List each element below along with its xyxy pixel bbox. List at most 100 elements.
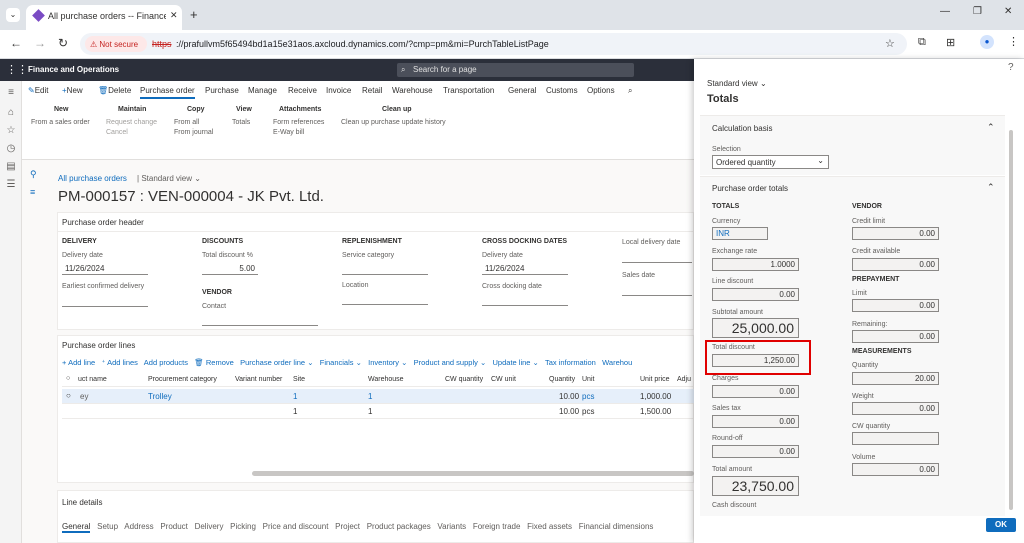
- col-cw-unit[interactable]: CW unit: [491, 376, 516, 383]
- tab-invoice[interactable]: Invoice: [326, 86, 351, 95]
- workspaces-icon[interactable]: ▤: [5, 161, 17, 173]
- remaining-field[interactable]: 0.00: [852, 330, 939, 343]
- service-category-field[interactable]: [342, 262, 428, 275]
- panel-scrollbar[interactable]: [1009, 130, 1013, 510]
- po-lines-title[interactable]: Purchase order lines: [62, 341, 135, 350]
- cell-warehouse[interactable]: 1: [368, 392, 372, 401]
- col-quantity[interactable]: Quantity: [549, 376, 575, 383]
- view-selector[interactable]: | Standard view ⌄: [137, 174, 201, 183]
- cell-quantity[interactable]: 10.00: [559, 392, 579, 401]
- new-tab-button[interactable]: +: [190, 7, 198, 22]
- detail-tab-project[interactable]: Project: [335, 522, 360, 531]
- remove-button[interactable]: 🗑 Remove: [194, 358, 234, 367]
- close-tab-icon[interactable]: ✕: [170, 10, 178, 21]
- delete-button[interactable]: 🗑Delete: [98, 86, 131, 95]
- col-unit-price[interactable]: Unit price: [640, 376, 670, 383]
- not-secure-badge[interactable]: ⚠ Not secure: [85, 36, 147, 52]
- home-icon[interactable]: ⌂: [5, 107, 17, 119]
- tax-information-button[interactable]: Tax information: [545, 358, 596, 367]
- recent-icon[interactable]: ◷: [5, 143, 17, 155]
- credit-available-field[interactable]: 0.00: [852, 258, 939, 271]
- tab-general[interactable]: General: [508, 86, 536, 95]
- warehouse-menu[interactable]: Warehou: [602, 358, 632, 367]
- col-product-name[interactable]: uct name: [78, 376, 107, 383]
- tab-warehouse[interactable]: Warehouse: [392, 86, 433, 95]
- eway-bill-button[interactable]: E-Way bill: [273, 129, 304, 136]
- bookmark-star-icon[interactable]: ☆: [885, 37, 895, 50]
- line-discount-field[interactable]: 0.00: [712, 288, 799, 301]
- sales-date-field[interactable]: [622, 283, 692, 296]
- earliest-delivery-field[interactable]: [62, 294, 148, 307]
- cell-category[interactable]: Trolley: [148, 392, 172, 401]
- total-discount-field[interactable]: 1,250.00: [712, 354, 799, 367]
- detail-tab-general[interactable]: General: [62, 522, 91, 533]
- close-window-icon[interactable]: ✕: [1004, 6, 1012, 17]
- total-amount-field[interactable]: 23,750.00: [712, 476, 799, 496]
- cell-product-name[interactable]: ey: [80, 392, 88, 401]
- detail-tab-variants[interactable]: Variants: [437, 522, 466, 531]
- detail-tab-address[interactable]: Address: [124, 522, 153, 531]
- location-field[interactable]: [342, 292, 428, 305]
- totals-button[interactable]: Totals: [232, 119, 250, 126]
- round-off-field[interactable]: 0.00: [712, 445, 799, 458]
- add-line-button[interactable]: + Add line: [62, 358, 95, 367]
- cross-docking-date-field[interactable]: [482, 293, 568, 306]
- cancel-button[interactable]: Cancel: [106, 129, 128, 136]
- cell-unit[interactable]: pcs: [582, 407, 594, 416]
- detail-tab-foreign-trade[interactable]: Foreign trade: [473, 522, 521, 531]
- favorites-icon[interactable]: ☆: [5, 125, 17, 137]
- total-discount-pct-field[interactable]: 5.00: [202, 262, 258, 275]
- ok-button[interactable]: OK: [986, 518, 1016, 532]
- help-icon[interactable]: ?: [1008, 62, 1014, 73]
- breadcrumb-link[interactable]: All purchase orders: [58, 174, 127, 183]
- modules-icon[interactable]: ☰: [5, 179, 17, 191]
- cleanup-history-button[interactable]: Clean up purchase update history: [341, 119, 446, 126]
- selection-dropdown[interactable]: Ordered quantity ⌄: [712, 155, 829, 169]
- calc-basis-title[interactable]: Calculation basis: [712, 124, 772, 133]
- list-icon[interactable]: ≡: [30, 187, 35, 197]
- tab-options[interactable]: Options: [587, 86, 615, 95]
- table-row[interactable]: 1 1 10.00 pcs 1,500.00: [62, 404, 694, 419]
- request-change-button[interactable]: Request change: [106, 119, 157, 126]
- contact-field[interactable]: [202, 313, 318, 326]
- detail-tab-setup[interactable]: Setup: [97, 522, 118, 531]
- profile-avatar[interactable]: ●: [980, 35, 994, 49]
- cell-site[interactable]: 1: [293, 407, 297, 416]
- totals-view-selector[interactable]: Standard view ⌄: [707, 79, 767, 88]
- ribbon-search-icon[interactable]: ⌕: [628, 86, 632, 96]
- global-search-input[interactable]: ⌕ Search for a page: [397, 63, 634, 77]
- tab-purchase-order[interactable]: Purchase order: [140, 86, 195, 99]
- cell-unit-price[interactable]: 1,000.00: [640, 392, 671, 401]
- extensions-icon[interactable]: ⧉: [918, 36, 926, 49]
- tab-customs[interactable]: Customs: [546, 86, 578, 95]
- tab-purchase[interactable]: Purchase: [205, 86, 239, 95]
- from-all-button[interactable]: From all: [174, 119, 199, 126]
- chevron-up-icon[interactable]: ⌃: [987, 122, 995, 133]
- hamburger-icon[interactable]: ≡: [5, 87, 17, 99]
- tab-retail[interactable]: Retail: [362, 86, 382, 95]
- po-line-menu[interactable]: Purchase order line ⌄: [240, 358, 313, 367]
- tab-receive[interactable]: Receive: [288, 86, 317, 95]
- delivery-date-field[interactable]: 11/26/2024: [62, 262, 148, 275]
- detail-tab-product-packages[interactable]: Product packages: [367, 522, 431, 531]
- detail-tab-picking[interactable]: Picking: [230, 522, 256, 531]
- subtotal-field[interactable]: 25,000.00: [712, 318, 799, 338]
- detail-tab-fixed-assets[interactable]: Fixed assets: [527, 522, 572, 531]
- detail-tab-delivery[interactable]: Delivery: [195, 522, 224, 531]
- add-lines-button[interactable]: ⁺ Add lines: [101, 358, 138, 367]
- col-cw-quantity[interactable]: CW quantity: [445, 376, 483, 383]
- cell-unit-price[interactable]: 1,500.00: [640, 407, 671, 416]
- local-delivery-field[interactable]: [622, 250, 692, 263]
- col-site[interactable]: Site: [293, 376, 305, 383]
- volume-field[interactable]: 0.00: [852, 463, 939, 476]
- select-all-radio[interactable]: ○: [66, 375, 70, 382]
- limit-field[interactable]: 0.00: [852, 299, 939, 312]
- browser-menu-icon[interactable]: ⋮: [1008, 35, 1019, 48]
- detail-tab-financial-dimensions[interactable]: Financial dimensions: [579, 522, 654, 531]
- col-adjustment[interactable]: Adju: [677, 376, 691, 383]
- form-references-button[interactable]: Form references: [273, 119, 324, 126]
- detail-tab-price-discount[interactable]: Price and discount: [263, 522, 329, 531]
- new-button[interactable]: +New: [62, 86, 83, 95]
- edit-button[interactable]: ✎Edit: [28, 86, 49, 95]
- sales-tax-field[interactable]: 0.00: [712, 415, 799, 428]
